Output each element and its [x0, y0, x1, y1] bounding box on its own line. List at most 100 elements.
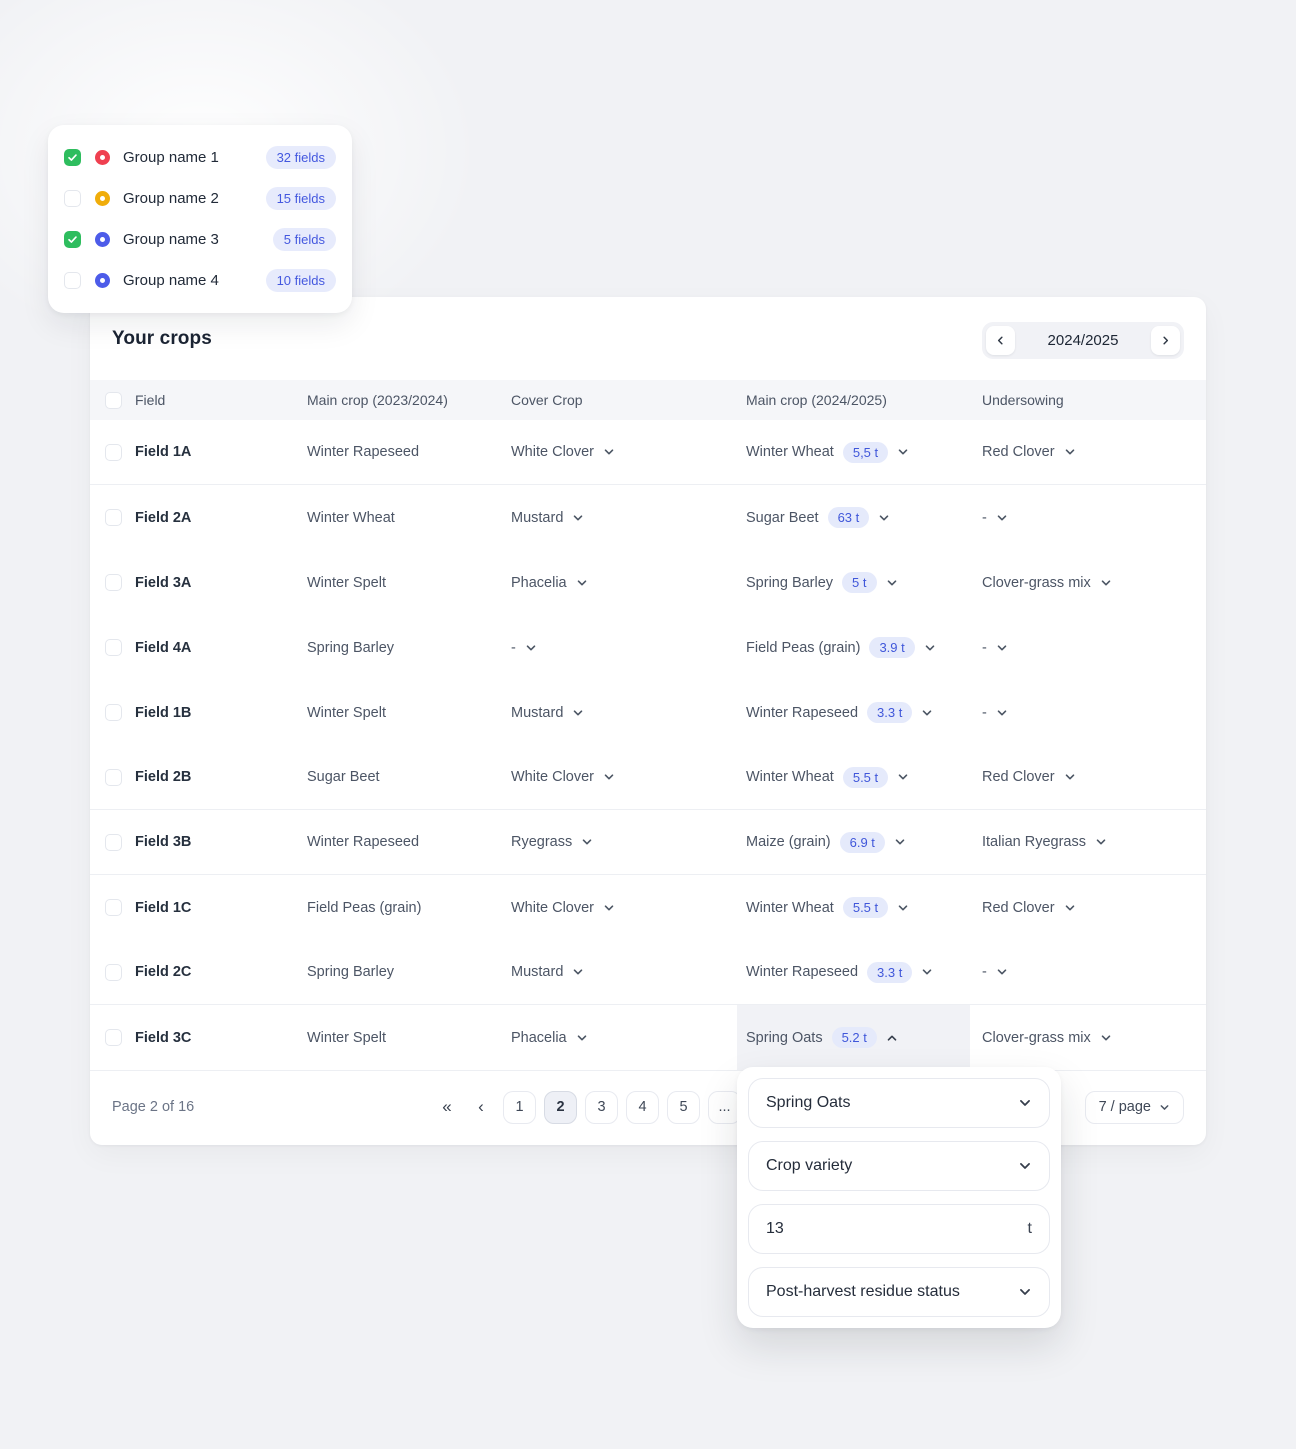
- main-crop-select[interactable]: Winter Rapeseed3.3 t: [746, 962, 982, 983]
- cover-crop-select[interactable]: White Clover: [511, 900, 746, 916]
- main-crop-select-open[interactable]: Spring Oats5.2 t: [737, 1005, 970, 1070]
- main-crop-select[interactable]: Winter Wheat5.5 t: [746, 897, 982, 918]
- row-checkbox[interactable]: [105, 574, 122, 591]
- cover-crop-select[interactable]: Mustard: [511, 964, 746, 980]
- undersowing-select[interactable]: Clover-grass mix: [982, 575, 1206, 591]
- main-crop-value: Winter Rapeseed: [746, 705, 858, 721]
- main-crop-value: Field Peas (grain): [746, 640, 860, 656]
- group-field-count-badge: 32 fields: [266, 146, 336, 169]
- crop-select-value: Spring Oats: [766, 1094, 850, 1112]
- prev-crop-value: Winter Spelt: [307, 575, 511, 591]
- row-checkbox[interactable]: [105, 639, 122, 656]
- undersowing-select[interactable]: -: [982, 510, 1206, 526]
- group-label: Group name 2: [123, 190, 219, 207]
- column-header-main-crop-next: Main crop (2024/2025): [746, 392, 982, 408]
- main-crop-value: Spring Oats: [746, 1030, 823, 1046]
- page-button-4[interactable]: 4: [626, 1091, 659, 1124]
- prev-crop-value: Winter Spelt: [307, 1030, 511, 1046]
- chevron-down-icon: [1064, 771, 1076, 783]
- yield-badge: 5.5 t: [843, 897, 888, 918]
- chevron-down-icon: [924, 642, 936, 654]
- yield-badge: 5.5 t: [843, 767, 888, 788]
- season-next-button[interactable]: [1151, 326, 1180, 355]
- row-checkbox[interactable]: [105, 444, 122, 461]
- yield-badge: 5 t: [842, 572, 876, 593]
- cover-crop-select[interactable]: White Clover: [511, 444, 746, 460]
- pagination-summary: Page 2 of 16: [112, 1099, 435, 1115]
- season-selector: 2024/2025: [982, 322, 1184, 359]
- prev-crop-value: Winter Spelt: [307, 705, 511, 721]
- group-row[interactable]: Group name 1 32 fields: [64, 137, 336, 178]
- cover-crop-value: Ryegrass: [511, 834, 572, 850]
- cover-crop-select[interactable]: Mustard: [511, 510, 746, 526]
- cover-crop-select[interactable]: Phacelia: [511, 1030, 746, 1046]
- first-page-button[interactable]: «: [435, 1097, 459, 1117]
- row-checkbox[interactable]: [105, 704, 122, 721]
- main-crop-select[interactable]: Field Peas (grain)3.9 t: [746, 637, 982, 658]
- group-checkbox[interactable]: [64, 190, 81, 207]
- undersowing-select[interactable]: -: [982, 640, 1206, 656]
- row-checkbox[interactable]: [105, 509, 122, 526]
- table-row: Field 1A Winter Rapeseed White Clover Wi…: [90, 420, 1206, 485]
- cover-crop-select[interactable]: Mustard: [511, 705, 746, 721]
- page-button-5[interactable]: 5: [667, 1091, 700, 1124]
- main-crop-select[interactable]: Winter Wheat5.5 t: [746, 767, 982, 788]
- group-row[interactable]: Group name 2 15 fields: [64, 178, 336, 219]
- chevron-down-icon: [996, 966, 1008, 978]
- season-prev-button[interactable]: [986, 326, 1015, 355]
- page-button-1[interactable]: 1: [503, 1091, 536, 1124]
- table-row: Field 4A Spring Barley - Field Peas (gra…: [90, 615, 1206, 680]
- table-row: Field 3A Winter Spelt Phacelia Spring Ba…: [90, 550, 1206, 615]
- cover-crop-select[interactable]: -: [511, 640, 746, 656]
- chevron-down-icon: [572, 966, 584, 978]
- cover-crop-value: Mustard: [511, 964, 563, 980]
- page-button-2-active[interactable]: 2: [544, 1091, 577, 1124]
- cover-crop-select[interactable]: Phacelia: [511, 575, 746, 591]
- crop-select[interactable]: Spring Oats: [748, 1078, 1050, 1128]
- cover-crop-select[interactable]: Ryegrass: [511, 834, 746, 850]
- undersowing-select[interactable]: Red Clover: [982, 769, 1206, 785]
- undersowing-select[interactable]: Red Clover: [982, 444, 1206, 460]
- undersowing-select[interactable]: Italian Ryegrass: [982, 834, 1206, 850]
- cover-crop-value: White Clover: [511, 769, 594, 785]
- group-checkbox[interactable]: [64, 272, 81, 289]
- undersowing-select[interactable]: Clover-grass mix: [982, 1030, 1206, 1046]
- group-color-dot-icon: [95, 232, 110, 247]
- row-checkbox[interactable]: [105, 769, 122, 786]
- table-row: Field 1B Winter Spelt Mustard Winter Rap…: [90, 680, 1206, 745]
- undersowing-select[interactable]: -: [982, 705, 1206, 721]
- row-checkbox[interactable]: [105, 834, 122, 851]
- cover-crop-value: White Clover: [511, 900, 594, 916]
- cover-crop-select[interactable]: White Clover: [511, 769, 746, 785]
- chevron-down-icon: [897, 446, 909, 458]
- main-crop-select[interactable]: Sugar Beet63 t: [746, 507, 982, 528]
- page-size-select[interactable]: 7 / page: [1085, 1091, 1184, 1124]
- group-row[interactable]: Group name 3 5 fields: [64, 219, 336, 260]
- group-checkbox[interactable]: [64, 231, 81, 248]
- select-all-checkbox[interactable]: [105, 392, 122, 409]
- row-checkbox[interactable]: [105, 964, 122, 981]
- chevron-down-icon: [1018, 1159, 1032, 1173]
- main-crop-select[interactable]: Winter Rapeseed3.3 t: [746, 702, 982, 723]
- undersowing-select[interactable]: Red Clover: [982, 900, 1206, 916]
- main-crop-select[interactable]: Winter Wheat5,5 t: [746, 442, 982, 463]
- group-checkbox[interactable]: [64, 149, 81, 166]
- yield-input[interactable]: 13 t: [748, 1204, 1050, 1254]
- undersowing-select[interactable]: -: [982, 964, 1206, 980]
- cover-crop-value: Phacelia: [511, 1030, 567, 1046]
- page-button-3[interactable]: 3: [585, 1091, 618, 1124]
- group-field-count-badge: 15 fields: [266, 187, 336, 210]
- row-checkbox[interactable]: [105, 899, 122, 916]
- field-name: Field 3C: [135, 1030, 191, 1046]
- main-crop-value: Spring Barley: [746, 575, 833, 591]
- prev-page-button[interactable]: ‹: [469, 1097, 493, 1117]
- crop-variety-select[interactable]: Crop variety: [748, 1141, 1050, 1191]
- undersowing-value: Red Clover: [982, 444, 1055, 460]
- group-row[interactable]: Group name 4 10 fields: [64, 260, 336, 301]
- field-name: Field 1A: [135, 444, 191, 460]
- row-checkbox[interactable]: [105, 1029, 122, 1046]
- prev-crop-value: Field Peas (grain): [307, 900, 511, 916]
- residue-status-select[interactable]: Post-harvest residue status: [748, 1267, 1050, 1317]
- main-crop-select[interactable]: Spring Barley 5 t: [746, 572, 982, 593]
- main-crop-select[interactable]: Maize (grain)6.9 t: [746, 832, 982, 853]
